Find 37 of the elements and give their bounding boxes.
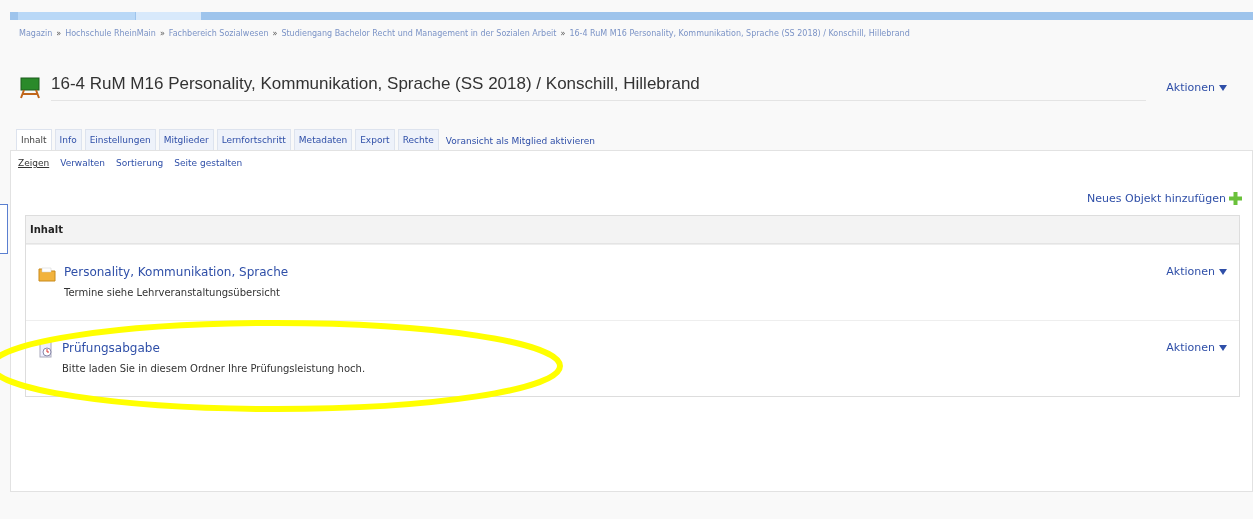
document-clock-icon [38, 341, 54, 359]
side-handle[interactable] [0, 204, 8, 254]
top-tab[interactable] [136, 12, 201, 20]
item-title-link[interactable]: Prüfungsabgabe [62, 341, 1167, 355]
tab[interactable]: Einstellungen [84, 129, 156, 151]
preview-link[interactable]: Voransicht als Mitglied aktivieren [441, 131, 599, 151]
page-title: 16-4 RuM M16 Personality, Kommunikation, Sprache (SS 2018) / Konschill, Hillebrand [51, 74, 1147, 101]
item-description: Termine siehe Lehrveranstaltungsübersicht [64, 287, 282, 298]
actions-link[interactable]: Aktionen [1166, 81, 1227, 94]
tab[interactable]: Info [54, 129, 82, 151]
breadcrumb-separator: » [272, 29, 278, 38]
caret-down-icon [1219, 344, 1227, 351]
tab[interactable]: Export [355, 129, 395, 151]
breadcrumb-separator: » [159, 29, 165, 38]
tab[interactable]: Metadaten [293, 129, 353, 151]
tab[interactable]: Mitglieder [158, 129, 214, 151]
tab[interactable]: Lernfortschritt [216, 129, 291, 151]
breadcrumb-separator: » [56, 29, 62, 38]
item-title-link[interactable]: Personality, Kommunikation, Sprache [64, 265, 1167, 279]
caret-down-icon [1219, 268, 1227, 275]
top-tab[interactable] [18, 12, 135, 20]
plus-icon [1229, 192, 1242, 205]
item-description: Bitte laden Sie in diesem Ordner Ihre Prüfungsleistung hoch. [62, 363, 367, 374]
tab[interactable]: Inhalt [16, 129, 52, 151]
breadcrumb-separator: » [560, 29, 566, 38]
subtab[interactable]: Sortierung [116, 158, 164, 168]
folder-icon [38, 265, 56, 283]
actions-link[interactable]: Aktionen [1166, 341, 1227, 354]
subtab[interactable]: Verwalten [60, 158, 105, 168]
chalkboard-icon [19, 76, 41, 99]
tab[interactable]: Rechte [397, 129, 439, 151]
subtab[interactable]: Seite gestalten [174, 158, 243, 168]
actions-link[interactable]: Aktionen [1166, 265, 1227, 278]
add-object-link[interactable]: Neues Objekt hinzufügen [1087, 192, 1242, 205]
subtab[interactable]: Zeigen [18, 158, 50, 168]
table-heading: Inhalt [26, 216, 1239, 244]
caret-down-icon [1219, 84, 1227, 91]
